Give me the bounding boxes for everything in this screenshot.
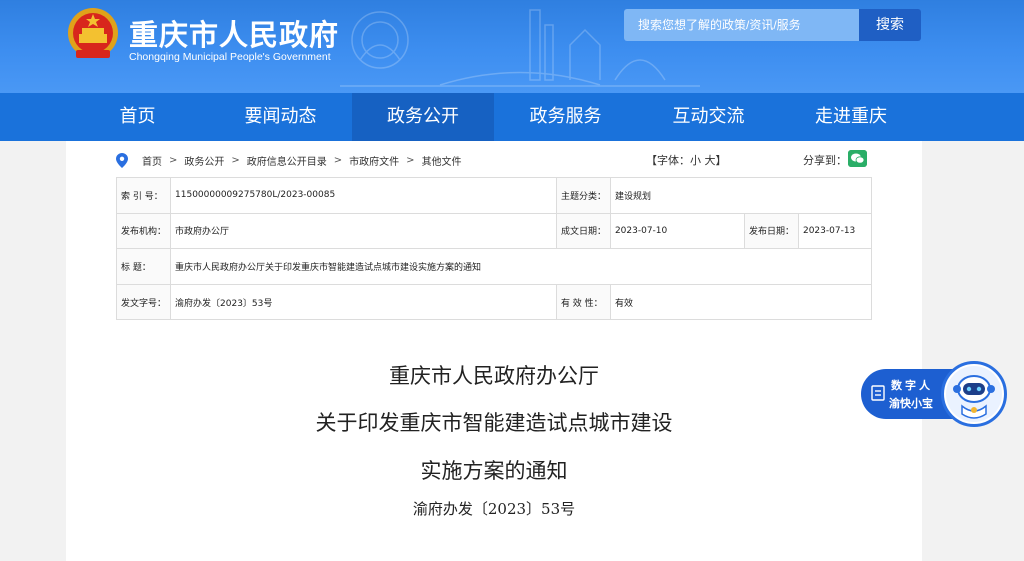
share-label: 分享到： <box>803 154 847 167</box>
breadcrumb-other-documents[interactable]: 其他文件 <box>422 153 462 168</box>
breadcrumb-home[interactable]: 首页 <box>142 153 162 168</box>
nav-interaction[interactable]: 互动交流 <box>637 93 780 141</box>
document-meta-table: 索 引 号： 11500000009275780L/2023-00085 主题分… <box>115 177 873 321</box>
table-row: 标 题： 重庆市人民政府办公厅关于印发重庆市智能建造试点城市建设实施方案的通知 <box>115 248 872 285</box>
published-date-value: 2023-07-13 <box>797 212 873 250</box>
nav-government-services[interactable]: 政务服务 <box>494 93 637 141</box>
breadcrumb-separator: > <box>169 154 178 166</box>
breadcrumb-separator: > <box>333 154 343 166</box>
nav-about-chongqing[interactable]: 走进重庆 <box>780 93 922 141</box>
site-subtitle: Chongqing Municipal People's Government <box>129 51 331 63</box>
validity-value: 有效 <box>609 283 873 321</box>
doc-number-label: 发文字号： <box>115 283 172 321</box>
index-label: 索 引 号： <box>115 177 172 214</box>
table-row: 索 引 号： 11500000009275780L/2023-00085 主题分… <box>115 177 873 214</box>
search-button[interactable]: 搜索 <box>859 9 921 41</box>
written-date-value: 2023-07-10 <box>609 212 745 250</box>
nav-news[interactable]: 要闻动态 <box>209 93 352 141</box>
wechat-share-icon[interactable] <box>848 150 867 167</box>
document-title-line-2: 关于印发重庆市智能建造试点城市建设 <box>315 411 673 435</box>
index-value: 11500000009275780L/2023-00085 <box>170 177 557 214</box>
robot-avatar-icon[interactable] <box>941 361 1007 427</box>
document-number: 渝府办发〔2023〕53号 <box>412 500 576 518</box>
table-row: 发文字号： 渝府办发〔2023〕53号 有 效 性： 有效 <box>115 283 873 321</box>
document-title-line-3: 实施方案的通知 <box>420 459 568 483</box>
written-date-label: 成文日期： <box>555 212 611 250</box>
breadcrumb-separator: > <box>406 154 415 166</box>
assistant-name: 渝快小宝 <box>889 397 933 410</box>
assistant-label: 数字人 <box>891 379 933 392</box>
main-nav: 首页 要闻动态 政务公开 政务服务 互动交流 走进重庆 <box>0 93 1024 141</box>
location-pin-icon <box>116 152 128 168</box>
published-date-label: 发布日期： <box>743 212 799 250</box>
nav-government-affairs[interactable]: 政务公开 <box>352 93 494 141</box>
breadcrumb: 首页 > 政务公开 > 政府信息公开目录 > 市政府文件 > 其他文件 <box>116 151 469 169</box>
title-label: 标 题： <box>115 248 172 285</box>
doc-number-value: 渝府办发〔2023〕53号 <box>170 283 557 321</box>
menu-icon <box>871 385 885 401</box>
breadcrumb-government-affairs[interactable]: 政务公开 <box>184 153 224 168</box>
breadcrumb-city-documents[interactable]: 市政府文件 <box>349 153 399 168</box>
search-input[interactable] <box>624 9 859 41</box>
issuer-value: 市政府办公厅 <box>170 212 557 250</box>
site-title[interactable]: 重庆市人民政府 <box>129 12 339 54</box>
font-size-toggle[interactable]: 【字体：小 大】 <box>646 152 727 168</box>
nav-home[interactable]: 首页 <box>66 93 209 141</box>
validity-label: 有 效 性： <box>555 283 611 321</box>
title-value: 重庆市人民政府办公厅关于印发重庆市智能建造试点城市建设实施方案的通知 <box>170 248 872 285</box>
breadcrumb-info-catalog[interactable]: 政府信息公开目录 <box>247 153 327 168</box>
topic-label: 主题分类： <box>555 177 611 214</box>
topic-value: 建设规划 <box>609 177 873 214</box>
site-header: 重庆市人民政府 Chongqing Municipal People's Gov… <box>0 0 1024 93</box>
table-row: 发布机构： 市政府办公厅 成文日期： 2023-07-10 发布日期： 2023… <box>115 212 873 250</box>
issuer-label: 发布机构： <box>115 212 172 250</box>
document-title-line-1: 重庆市人民政府办公厅 <box>389 364 599 388</box>
breadcrumb-separator: > <box>231 154 240 166</box>
national-emblem-icon <box>68 8 118 58</box>
